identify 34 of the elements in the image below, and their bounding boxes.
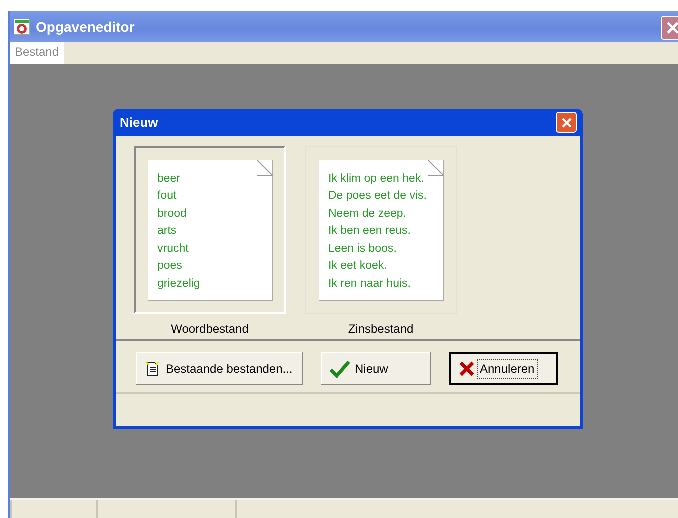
menu-item[interactable]: Bestand xyxy=(10,42,64,64)
close-icon xyxy=(560,116,572,128)
preview-text: poes xyxy=(158,259,182,274)
preview-text: griezelig xyxy=(158,276,200,292)
preview-text: Ik ben een reus. xyxy=(328,224,411,239)
preview-text: Ik klim op een hek. xyxy=(328,172,424,186)
file-type-option[interactable]: beer fout brood arts vrucht poes griezelig xyxy=(134,146,286,314)
preview-text: Leen is boos. xyxy=(328,242,397,256)
document-icon xyxy=(145,360,161,376)
app-icon xyxy=(14,18,30,34)
preview-text: beer xyxy=(158,172,181,186)
page-corner-icon xyxy=(428,160,444,176)
preview-text: fout xyxy=(158,189,177,204)
option-caption: Woordbestand xyxy=(171,322,249,336)
preview-text: Neem de zeep. xyxy=(328,206,406,222)
close-button[interactable] xyxy=(661,16,678,40)
option-caption: Zinsbestand xyxy=(348,322,414,336)
window-title: Opgaveneditor xyxy=(36,18,135,34)
cancel-button[interactable]: Annuleren xyxy=(449,352,558,385)
preview-text: arts xyxy=(158,224,177,239)
preview-text: vrucht xyxy=(158,242,189,256)
file-type-option[interactable]: Ik klim op een hek. De poes eet de vis. Neem de zeep. Ik ben een reus. Leen is boos. Ik eet koek. Ik ren naar huis. xyxy=(305,146,457,314)
new-button[interactable]: Nieuw xyxy=(321,352,431,385)
check-icon xyxy=(330,360,350,378)
close-icon xyxy=(666,21,678,35)
cross-icon xyxy=(459,360,475,376)
preview-text: De poes eet de vis. xyxy=(328,189,427,204)
dialog-title: Nieuw xyxy=(120,115,158,130)
close-button[interactable] xyxy=(556,112,577,133)
open-button[interactable]: Bestaande bestanden... xyxy=(136,352,303,385)
preview-text: Ik eet koek. xyxy=(328,259,388,274)
preview-text: Ik ren naar huis. xyxy=(328,276,411,292)
preview-text: brood xyxy=(158,206,187,222)
page-corner-icon xyxy=(256,160,272,176)
